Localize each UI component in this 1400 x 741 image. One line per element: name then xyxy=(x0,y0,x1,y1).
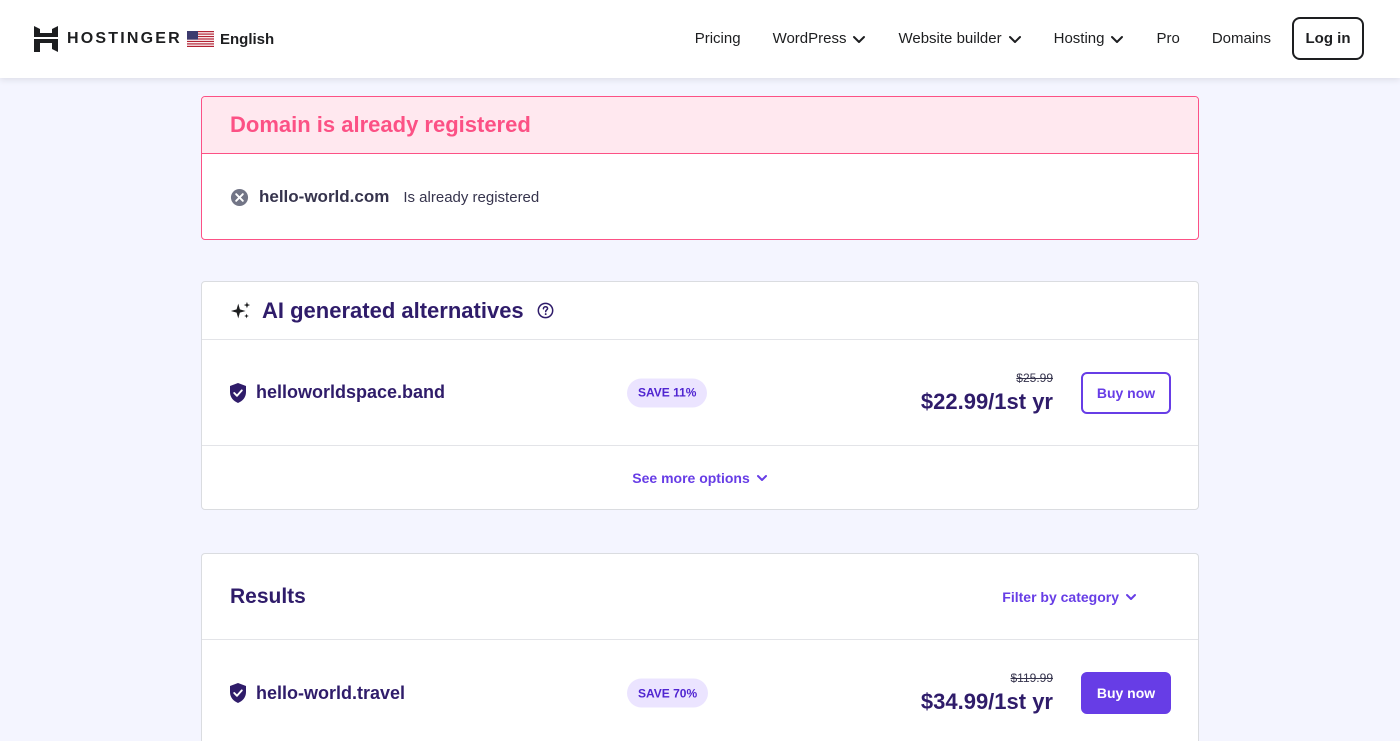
discounted-price: $22.99/1st yr xyxy=(920,388,1053,414)
ai-alternatives-card: AI generated alternatives helloworldspac… xyxy=(201,281,1199,510)
sparkle-icon xyxy=(230,301,251,318)
domain-result-row: hello-world.travel SAVE 70% $119.99 $34.… xyxy=(202,640,1198,741)
language-selector[interactable]: English xyxy=(187,28,274,50)
chevron-down-icon xyxy=(1008,35,1021,43)
see-more-options-button[interactable]: See more options xyxy=(202,446,1198,509)
domain-suggestion-row: helloworldspace.band SAVE 11% $25.99 $22… xyxy=(202,340,1198,446)
x-circle-icon xyxy=(230,188,249,206)
buy-now-button[interactable]: Buy now xyxy=(1081,371,1171,414)
nav-label: WordPress xyxy=(772,30,847,47)
error-header: Domain is already registered xyxy=(202,97,1198,154)
shield-check-icon xyxy=(230,382,246,403)
top-navigation-bar: HOSTINGER English Pricing WordPress Webs… xyxy=(0,0,1400,78)
login-button[interactable]: Log in xyxy=(1292,17,1364,60)
nav-label: Domains xyxy=(1211,30,1271,47)
filter-by-category-dropdown[interactable]: Filter by category xyxy=(1002,554,1137,639)
nav-label: Hosting xyxy=(1053,30,1105,47)
language-label: English xyxy=(220,30,275,48)
domain-name: helloworldspace.band xyxy=(256,382,446,402)
filter-label: Filter by category xyxy=(1002,588,1119,605)
nav-label: Website builder xyxy=(898,30,1002,47)
domain-info: helloworldspace.band xyxy=(229,340,445,445)
price-block: $119.99 $34.99/1st yr xyxy=(921,640,1053,741)
original-price: $119.99 xyxy=(1010,671,1054,685)
results-header: Results Filter by category xyxy=(202,554,1198,640)
domain-unavailable-card: Domain is already registered hello-world… xyxy=(201,96,1199,240)
nav-domains[interactable]: Domains xyxy=(1212,30,1271,47)
nav-pricing[interactable]: Pricing xyxy=(695,30,741,47)
ai-alternatives-title: AI generated alternatives xyxy=(262,297,524,323)
nav-label: Pricing xyxy=(694,30,741,47)
nav-wordpress[interactable]: WordPress xyxy=(773,30,867,47)
error-message: Is already registered xyxy=(403,188,540,206)
us-flag-icon xyxy=(187,31,214,47)
shield-check-icon xyxy=(230,683,246,703)
original-price: $25.99 xyxy=(1016,370,1053,385)
hostinger-logo[interactable]: HOSTINGER xyxy=(34,26,182,52)
logo-wordmark: HOSTINGER xyxy=(67,30,182,47)
save-badge: SAVE 11% xyxy=(627,378,708,407)
nav-hosting[interactable]: Hosting xyxy=(1054,30,1125,47)
results-title: Results xyxy=(230,584,306,608)
ai-alternatives-header: AI generated alternatives xyxy=(202,282,1198,340)
searched-domain: hello-world.com xyxy=(259,187,390,206)
chevron-down-icon xyxy=(1111,35,1124,43)
error-body: hello-world.com Is already registered xyxy=(202,154,1198,239)
hostinger-logo-mark-icon xyxy=(34,26,58,52)
chevron-down-icon xyxy=(1126,593,1136,600)
buy-now-button[interactable]: Buy now xyxy=(1081,672,1171,714)
error-title: Domain is already registered xyxy=(230,112,531,137)
chevron-down-icon xyxy=(853,35,866,43)
help-circle-icon[interactable] xyxy=(537,302,554,319)
nav-pro[interactable]: Pro xyxy=(1156,30,1179,47)
results-card: Results Filter by category hello-world.t… xyxy=(201,553,1199,741)
nav-label: Pro xyxy=(1156,30,1180,47)
discounted-price: $34.99/1st yr xyxy=(920,689,1053,714)
price-block: $25.99 $22.99/1st yr xyxy=(921,340,1053,445)
main-nav: Pricing WordPress Website builder Hostin… xyxy=(663,17,1364,60)
domain-info: hello-world.travel xyxy=(229,640,405,741)
see-more-label: See more options xyxy=(632,469,750,486)
nav-website-builder[interactable]: Website builder xyxy=(898,30,1021,47)
chevron-down-icon xyxy=(756,474,767,481)
save-badge: SAVE 70% xyxy=(627,678,709,708)
domain-name: hello-world.travel xyxy=(256,682,406,703)
